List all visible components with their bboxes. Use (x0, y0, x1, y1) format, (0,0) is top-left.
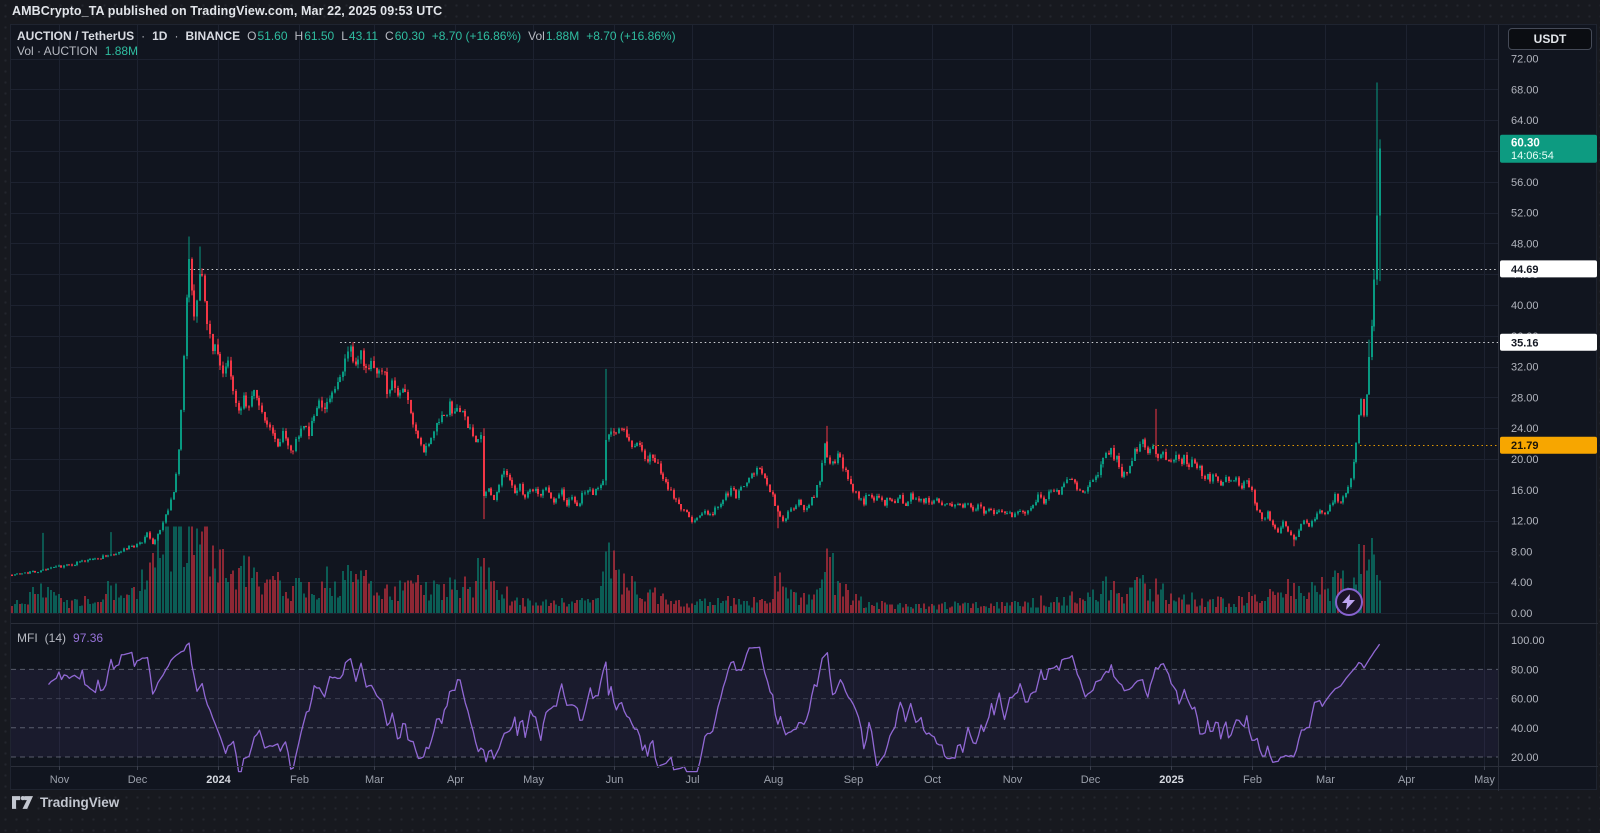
last-price-value: 60.30 (1511, 138, 1540, 150)
price-chart[interactable]: 0.00 4.00 8.00 12.00 16.00 20.00 24.00 28.00 32.… (11, 25, 1598, 791)
bar-countdown: 14:06:54 (1511, 150, 1554, 162)
legend-token: H (295, 29, 304, 43)
price-axis-tick[interactable]: 16.00 (1511, 485, 1539, 497)
time-axis-label[interactable]: Nov (50, 774, 70, 786)
legend-token: · (174, 29, 178, 43)
time-axis-label[interactable]: May (1474, 774, 1495, 786)
price-axis-tick[interactable]: 64.00 (1511, 115, 1539, 127)
symbol-legend: AUCTION / TetherUS · 1D · BINANCE O51.60 H61.5… (17, 29, 683, 59)
mfi-status-line: MFI (14) 97.36 (17, 631, 110, 645)
level-axis-label-text: 21.79 (1511, 440, 1539, 452)
chart-container: 0.00 4.00 8.00 12.00 16.00 20.00 24.00 28.00 32.… (10, 24, 1597, 790)
legend-token: Vol · AUCTION (17, 44, 98, 58)
legend-token: 1.88M (105, 44, 138, 58)
price-axis-tick[interactable]: 24.00 (1511, 423, 1539, 435)
time-axis-label[interactable]: Apr (1398, 774, 1415, 786)
time-axis-label[interactable]: 2024 (206, 774, 231, 786)
mfi-legend-token: 97.36 (73, 631, 103, 645)
mfi-axis-tick[interactable]: 40.00 (1511, 723, 1539, 735)
legend-token: 1D (152, 29, 167, 43)
price-axis-tick[interactable]: 52.00 (1511, 208, 1539, 220)
price-axis-tick[interactable]: 0.00 (1511, 608, 1532, 620)
time-axis-label[interactable]: Feb (1243, 774, 1262, 786)
tradingview-wordmark: TradingView (40, 795, 119, 810)
price-axis-tick[interactable]: 28.00 (1511, 392, 1539, 404)
legend-token: 51.60 (257, 29, 287, 43)
tradingview-mark-icon (12, 794, 33, 811)
price-axis-tick[interactable]: 32.00 (1511, 362, 1539, 374)
time-axis-label[interactable]: Feb (290, 774, 309, 786)
attribution-bar: AMBCrypto_TA published on TradingView.co… (12, 4, 442, 18)
volume-status-line: Vol · AUCTION 1.88M (17, 44, 683, 58)
legend-token: O (247, 29, 256, 43)
price-axis-tick[interactable]: 20.00 (1511, 454, 1539, 466)
price-axis-tick[interactable]: 56.00 (1511, 177, 1539, 189)
mfi-axis-tick[interactable]: 100.00 (1511, 635, 1545, 647)
candle-bodies-down (11, 259, 1365, 576)
flash-icon-button[interactable] (1335, 588, 1363, 616)
legend-token: AUCTION / TetherUS (17, 29, 134, 43)
legend-token: 1.88M (546, 29, 579, 43)
legend-token: 60.30 (395, 29, 425, 43)
time-axis-label[interactable]: Dec (128, 774, 148, 786)
time-axis-label[interactable]: Apr (447, 774, 464, 786)
legend-token: +8.70 (+16.86%) (432, 29, 521, 43)
price-axis-tick[interactable]: 72.00 (1511, 54, 1539, 66)
time-axis-label[interactable]: Jul (685, 774, 699, 786)
level-axis-label-text: 44.69 (1511, 264, 1539, 276)
time-axis-label[interactable]: 2025 (1159, 774, 1183, 786)
legend-token: 43.11 (349, 29, 378, 43)
time-axis-label[interactable]: Mar (1316, 774, 1335, 786)
mfi-axis-tick[interactable]: 80.00 (1511, 664, 1539, 676)
price-axis-tick[interactable]: 4.00 (1511, 577, 1532, 589)
time-axis-label[interactable]: Jun (606, 774, 624, 786)
price-axis-tick[interactable]: 12.00 (1511, 516, 1539, 528)
time-axis-label[interactable]: Aug (764, 774, 784, 786)
mfi-legend-token: MFI (17, 631, 38, 645)
time-axis-label[interactable]: May (523, 774, 544, 786)
time-axis-label[interactable]: Dec (1081, 774, 1101, 786)
time-axis-label[interactable]: Nov (1003, 774, 1023, 786)
lightning-icon (1342, 594, 1356, 610)
price-axis-tick[interactable]: 68.00 (1511, 84, 1539, 96)
legend-token: 61.50 (304, 29, 334, 43)
time-axis-label[interactable]: Sep (844, 774, 864, 786)
tradingview-logo[interactable]: TradingView (12, 794, 119, 811)
legend-token: BINANCE (185, 29, 240, 43)
price-axis-tick[interactable]: 8.00 (1511, 546, 1532, 558)
price-axis-tick[interactable]: 48.00 (1511, 238, 1539, 250)
legend-token: Vol (528, 29, 545, 43)
symbol-status-line: AUCTION / TetherUS · 1D · BINANCE O51.60 H61.5… (17, 29, 683, 43)
legend-token: +8.70 (+16.86%) (586, 29, 675, 43)
mfi-axis-tick[interactable]: 20.00 (1511, 752, 1539, 764)
price-axis-tick[interactable]: 40.00 (1511, 300, 1539, 312)
candle-wicks-up (15, 83, 1380, 576)
mfi-legend-token: (14) (45, 631, 66, 645)
snapshot-page: { "page": { "watermark": "AMBCrypto_TA p… (0, 0, 1600, 833)
time-axis-label[interactable]: Oct (924, 774, 941, 786)
legend-token: L (341, 29, 348, 43)
currency-toggle-button[interactable]: USDT (1508, 28, 1592, 50)
level-axis-label-text: 35.16 (1511, 337, 1539, 349)
time-axis-label[interactable]: Mar (365, 774, 384, 786)
legend-token: C (385, 29, 394, 43)
legend-token: · (141, 29, 145, 43)
mfi-axis-tick[interactable]: 60.00 (1511, 694, 1539, 706)
